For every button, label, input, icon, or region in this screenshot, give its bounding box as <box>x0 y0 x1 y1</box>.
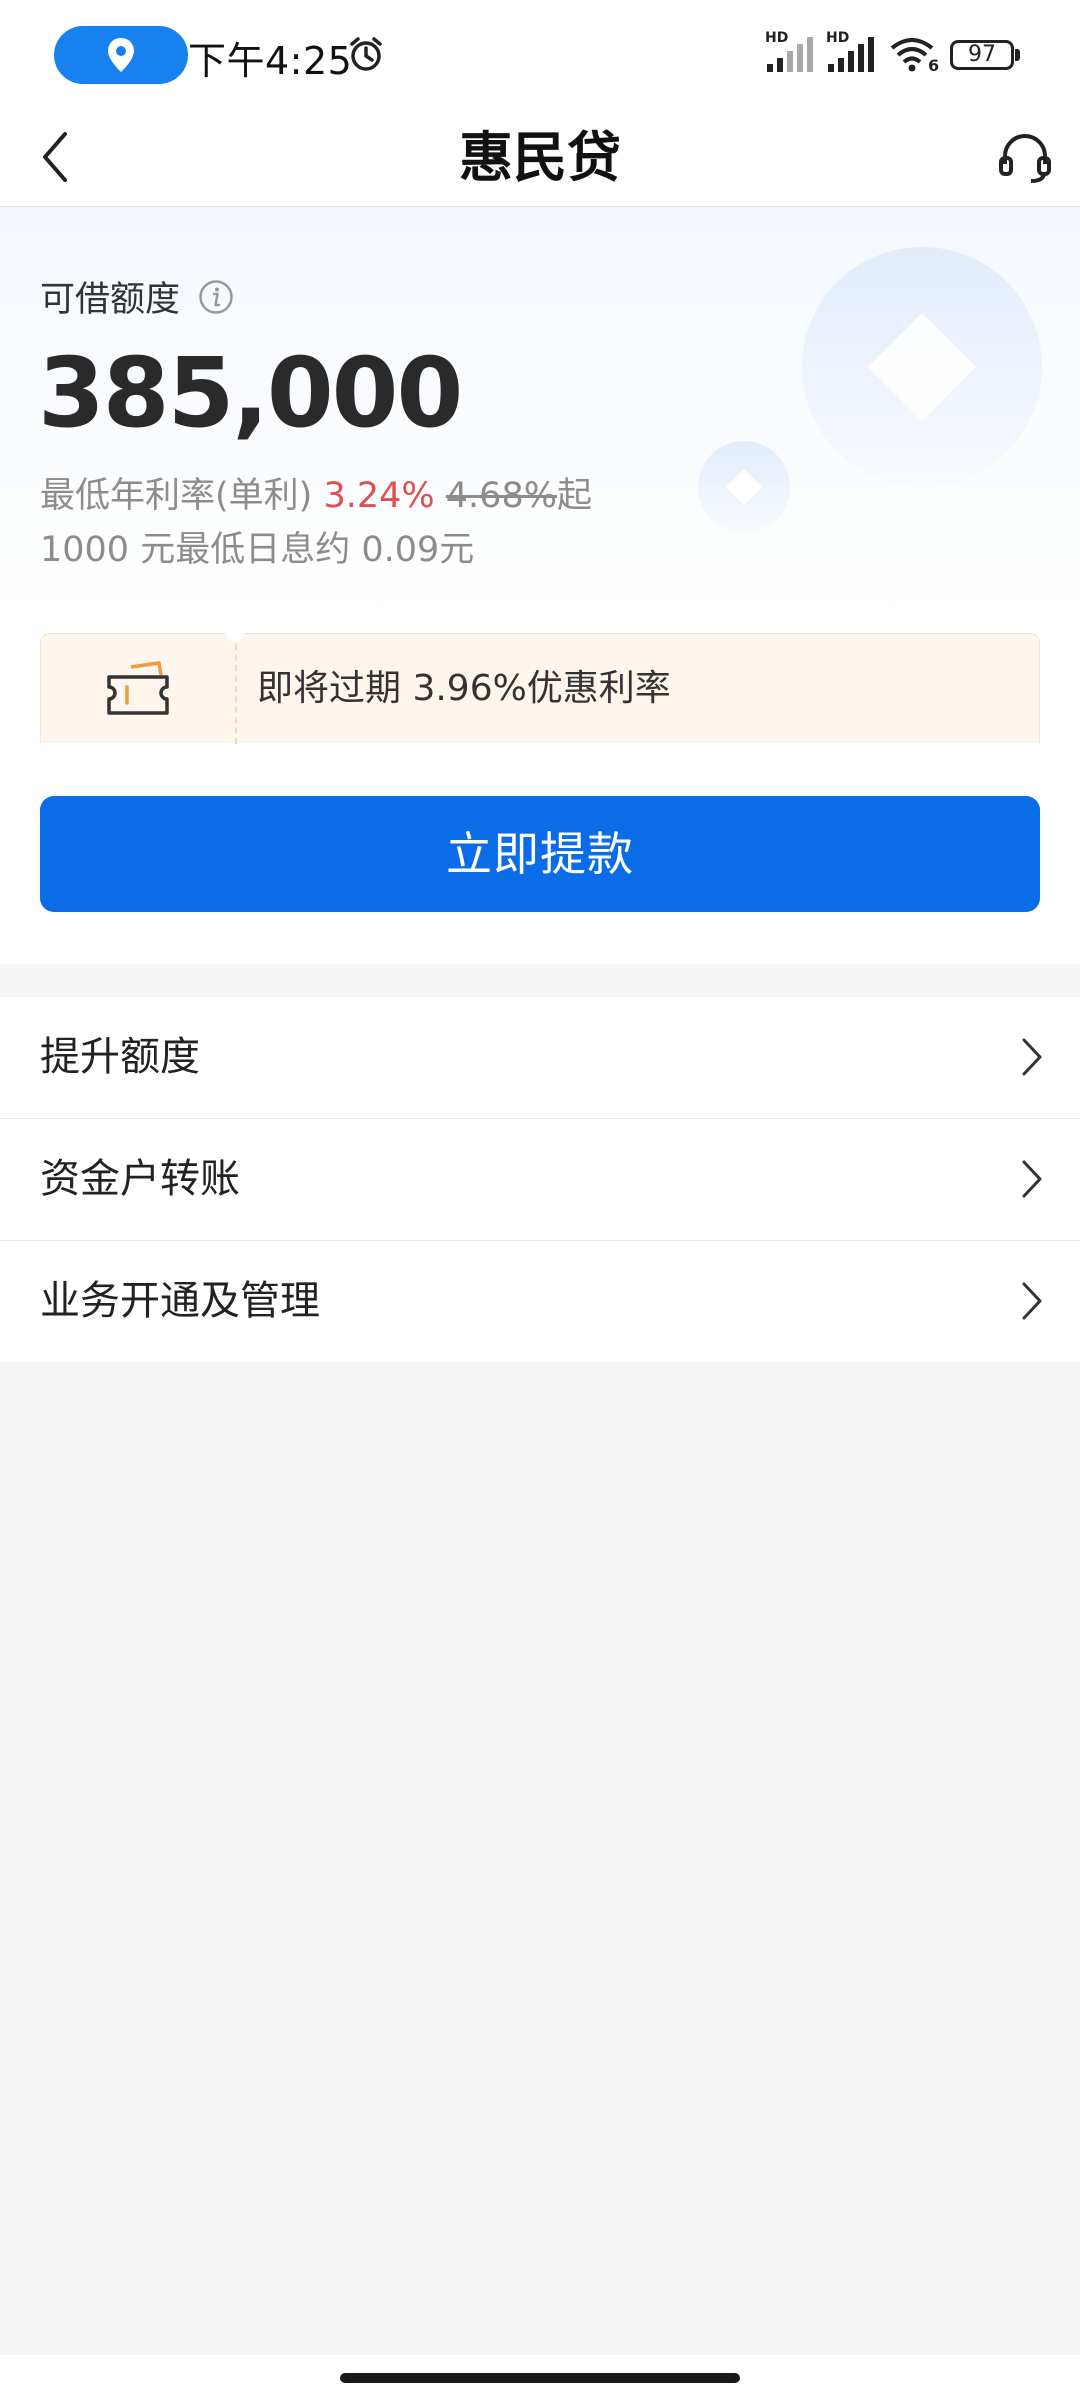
menu-item-label: 资金户转账 <box>40 1156 240 1202</box>
battery-level: 97 <box>968 42 996 67</box>
status-bar: 下午4:25 HD HD 6 97 <box>0 0 1080 110</box>
chevron-right-icon <box>1022 1160 1042 1198</box>
customer-service-button[interactable] <box>990 122 1060 192</box>
promo-text: 即将过期 3.96%优惠利率 <box>257 668 671 709</box>
status-time: 下午4:25 <box>188 39 353 83</box>
withdraw-now-button[interactable]: 立即提款 <box>40 796 1040 912</box>
page-title: 惠民贷 <box>459 126 621 189</box>
menu-item-label: 提升额度 <box>40 1034 200 1080</box>
info-icon[interactable] <box>198 279 234 315</box>
rate-current: 3.24% <box>323 476 435 516</box>
home-indicator[interactable] <box>340 2373 740 2383</box>
back-button[interactable] <box>22 124 88 190</box>
credit-amount: 385,000 <box>38 337 463 449</box>
promo-icon-box <box>41 634 237 744</box>
signal-bars-icon <box>828 37 874 72</box>
battery-tip <box>1015 49 1020 61</box>
menu-item-service-management[interactable]: 业务开通及管理 <box>0 1241 1080 1362</box>
credit-summary-card: 可借额度 385,000 最低年利率(单利) 3.24% 4.68%起 1000… <box>0 207 1080 964</box>
credit-limit-label: 可借额度 <box>40 271 234 322</box>
alarm-clock-icon <box>350 37 382 71</box>
menu-item-fund-transfer[interactable]: 资金户转账 <box>0 1119 1080 1241</box>
chevron-right-icon <box>1022 1038 1042 1076</box>
coupon-ticket-icon <box>107 661 169 715</box>
annual-rate-line: 最低年利率(单利) 3.24% 4.68%起 <box>40 467 592 518</box>
signal-bars-icon <box>767 37 813 72</box>
location-pin-icon <box>108 38 134 72</box>
menu-item-label: 业务开通及管理 <box>40 1278 320 1324</box>
navigation-bar: 惠民贷 <box>0 110 1080 207</box>
battery-indicator: 97 <box>950 40 1014 70</box>
rate-original: 4.68% <box>445 476 557 516</box>
credit-limit-label-text: 可借额度 <box>40 280 181 320</box>
chevron-right-icon <box>1022 1282 1042 1320</box>
rate-prefix: 最低年利率(单利) <box>40 476 313 516</box>
decorative-diamond-large <box>802 247 1042 487</box>
daily-interest-line: 1000 元最低日息约 0.09元 <box>40 530 475 570</box>
decorative-diamond-small <box>698 441 790 533</box>
headset-icon <box>999 134 1051 183</box>
location-indicator[interactable] <box>54 26 188 84</box>
rate-suffix: 起 <box>556 476 592 516</box>
wifi-6-label: 6 <box>928 56 940 75</box>
menu-item-raise-limit[interactable]: 提升额度 <box>0 997 1080 1119</box>
promo-coupon-banner[interactable]: 即将过期 3.96%优惠利率 <box>40 632 1040 744</box>
menu-list: 提升额度 资金户转账 业务开通及管理 <box>0 997 1080 1362</box>
chevron-left-icon <box>43 132 67 182</box>
wifi-status: 6 <box>888 34 940 78</box>
